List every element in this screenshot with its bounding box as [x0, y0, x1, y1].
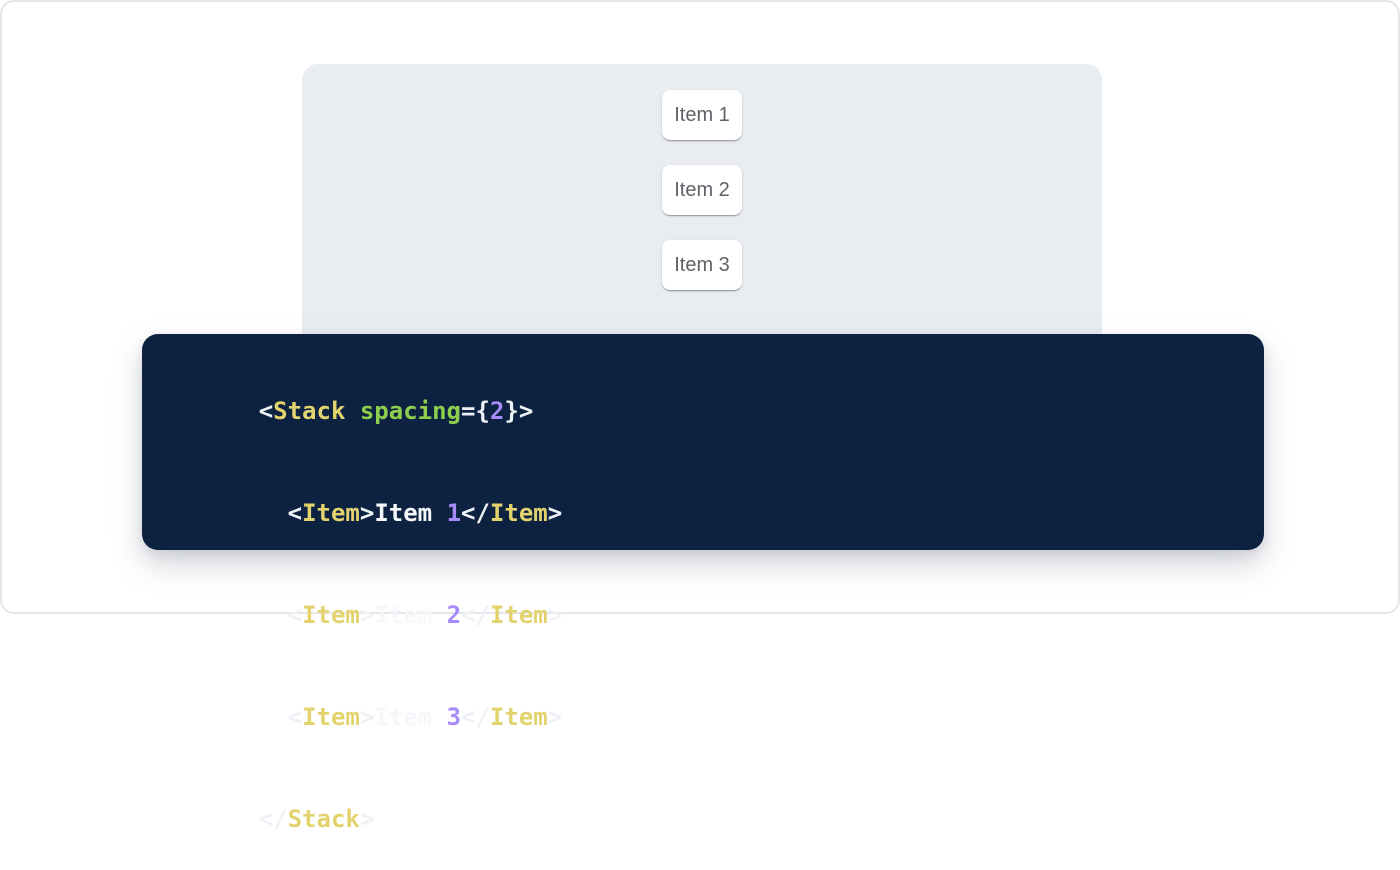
code-token: > — [548, 499, 562, 527]
code-token: < — [288, 601, 302, 629]
stack-item-label: Item 2 — [674, 179, 730, 202]
code-token: Stack — [273, 397, 345, 425]
stack-item-card: Item 1 — [662, 90, 742, 140]
code-token: Item — [490, 601, 548, 629]
code-token: 1 — [447, 499, 461, 527]
code-token: Item — [302, 499, 360, 527]
code-token: Item — [302, 703, 360, 731]
stack-item-card: Item 2 — [662, 165, 742, 215]
stack-item-label: Item 3 — [674, 254, 730, 277]
code-token — [259, 499, 288, 527]
code-line: <Stack spacing={2}> — [172, 360, 1234, 462]
code-token: > — [360, 805, 374, 833]
code-token: < — [288, 499, 302, 527]
code-token: { — [475, 397, 489, 425]
code-token: > — [360, 601, 374, 629]
code-token: spacing — [360, 397, 461, 425]
code-line: <Item>Item 2</Item> — [172, 564, 1234, 666]
stack-demo-panel: Item 1 Item 2 Item 3 — [302, 64, 1102, 364]
code-token: > — [360, 703, 374, 731]
code-token — [259, 703, 288, 731]
code-token: > — [548, 601, 562, 629]
code-token — [345, 397, 359, 425]
stack-item-label: Item 1 — [674, 104, 730, 127]
code-token: } — [504, 397, 518, 425]
code-token: </ — [461, 601, 490, 629]
code-token: </ — [461, 703, 490, 731]
code-token: Item — [490, 703, 548, 731]
code-token — [259, 601, 288, 629]
code-token: 3 — [447, 703, 461, 731]
code-snippet-block: <Stack spacing={2}> <Item>Item 1</Item> … — [142, 334, 1264, 550]
code-token: Item — [374, 601, 446, 629]
code-token: 2 — [447, 601, 461, 629]
page-card: Item 1 Item 2 Item 3 <Stack spacing={2}>… — [0, 0, 1400, 614]
code-token: </ — [259, 805, 288, 833]
code-token: </ — [461, 499, 490, 527]
code-token: < — [288, 703, 302, 731]
code-token: Item — [374, 703, 446, 731]
code-token: > — [360, 499, 374, 527]
code-token: Stack — [288, 805, 360, 833]
code-line: <Item>Item 3</Item> — [172, 666, 1234, 768]
code-token: = — [461, 397, 475, 425]
code-line: <Item>Item 1</Item> — [172, 462, 1234, 564]
code-token: > — [548, 703, 562, 731]
code-token: Item — [374, 499, 446, 527]
code-token: < — [259, 397, 273, 425]
stack-item-card: Item 3 — [662, 240, 742, 290]
code-token: Item — [302, 601, 360, 629]
code-token: > — [519, 397, 533, 425]
code-token: Item — [490, 499, 548, 527]
code-line: </Stack> — [172, 768, 1234, 870]
code-token: 2 — [490, 397, 504, 425]
